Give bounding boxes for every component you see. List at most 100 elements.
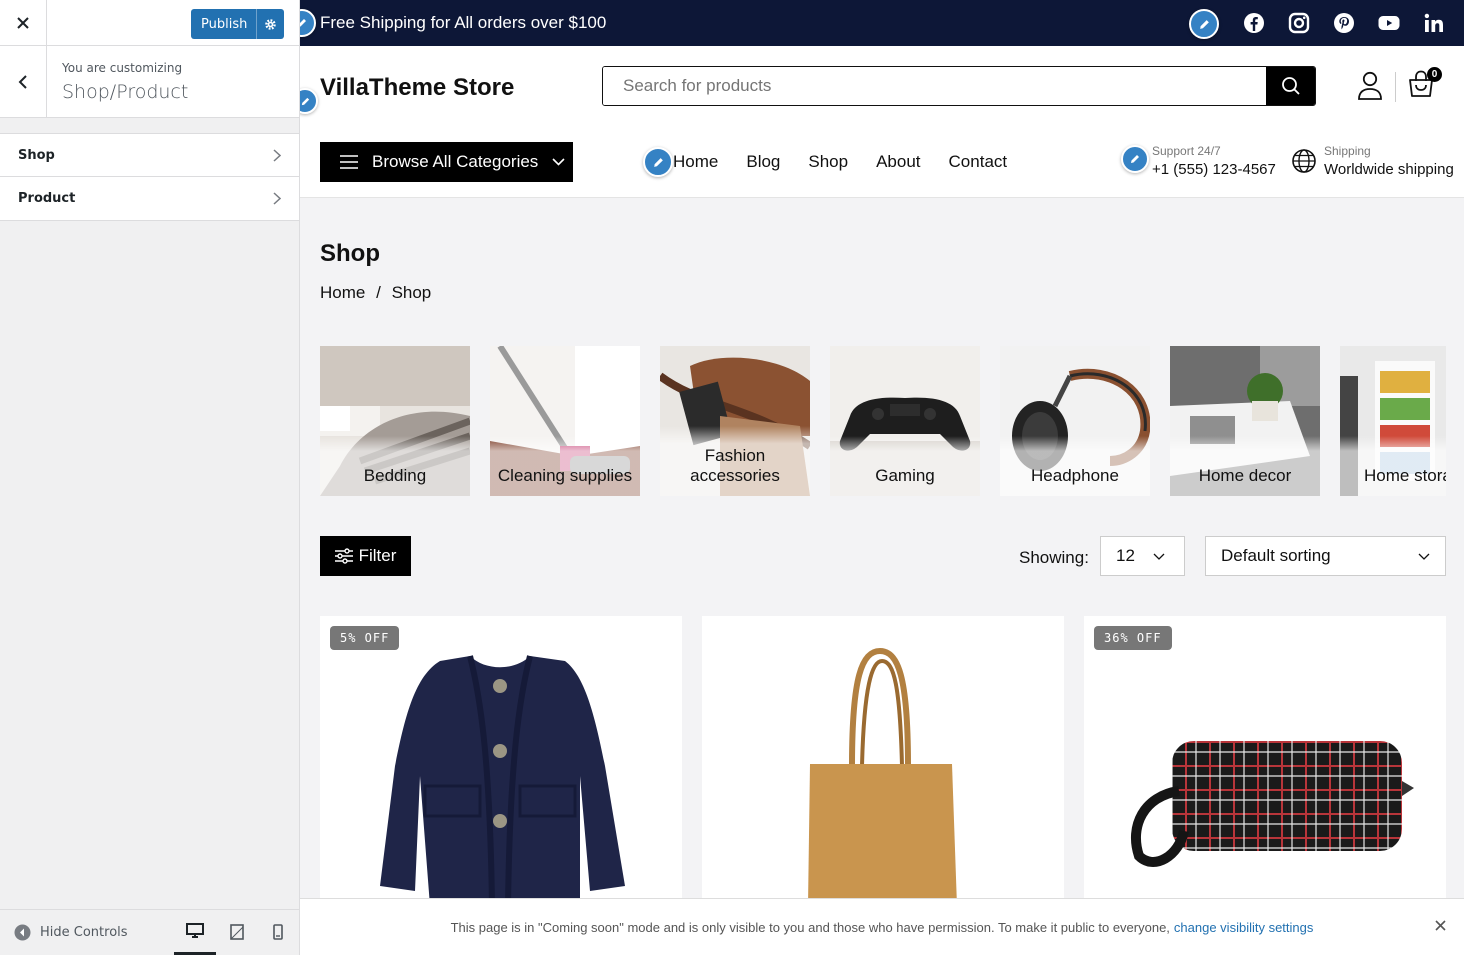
edit-shortcut-support[interactable] [1121,145,1149,173]
search-input[interactable] [603,67,1266,105]
search-button[interactable] [1266,67,1315,105]
change-visibility-link[interactable]: change visibility settings [1174,920,1313,935]
publish-button[interactable]: Publish [191,9,284,39]
account-icon[interactable] [1357,71,1383,101]
filter-button[interactable]: Filter [320,536,411,576]
site-preview: Free Shipping for All orders over $100 V… [300,0,1464,955]
customizing-caption: You are customizing [62,61,183,75]
instagram-icon[interactable] [1287,11,1311,35]
pencil-icon [300,19,306,27]
site-header: VillaTheme Store 0 [300,46,1464,128]
support-phone[interactable]: +1 (555) 123-4567 [1152,161,1276,178]
support-label: Support 24/7 [1152,144,1221,158]
shipping-info: Shipping Worldwide shipping [1324,144,1454,178]
close-customizer-button[interactable] [0,0,47,46]
chevron-down-icon [1153,553,1165,560]
header-divider [1395,72,1396,102]
category-name: Home stora [1364,466,1446,485]
shipping-label: Shipping [1324,144,1371,158]
category-name: Gaming [875,466,935,485]
product-card[interactable] [702,616,1064,906]
chevron-left-icon [18,75,27,89]
sorting-value: Default sorting [1221,546,1331,565]
category-gaming[interactable]: Gaming [830,346,980,496]
preview-mobile-button[interactable] [257,909,299,955]
section-label: Product [18,191,76,206]
pencil-icon [301,97,309,105]
category-cleaning-supplies[interactable]: Cleaning supplies [490,346,640,496]
browse-categories-button[interactable]: Browse All Categories [320,142,573,182]
product-card[interactable]: 36% OFF [1084,616,1446,906]
primary-menu: Home Blog Shop About Contact [673,152,1007,172]
customizer-header: Publish [0,0,299,46]
product-image [1130,741,1414,867]
mobile-icon [273,924,283,940]
search-bar [602,66,1316,106]
search-icon [1281,77,1300,95]
category-fashion-accessories[interactable]: Fashion accessories [660,346,810,496]
facebook-icon[interactable] [1242,11,1266,35]
menu-item-home[interactable]: Home [673,152,718,172]
close-icon[interactable] [1435,920,1446,931]
sorting-select[interactable]: Default sorting [1205,536,1446,576]
chevron-down-icon [552,158,565,166]
menu-item-blog[interactable]: Blog [746,152,780,172]
breadcrumb-current: Shop [391,283,432,302]
pencil-icon [1199,19,1209,29]
edit-shortcut-menu[interactable] [643,147,673,177]
menu-item-contact[interactable]: Contact [949,152,1008,172]
edit-shortcut-logo[interactable] [300,88,318,114]
category-home-storage[interactable]: Home stora [1340,346,1446,496]
menu-item-about[interactable]: About [876,152,920,172]
shipping-value: Worldwide shipping [1324,161,1454,178]
pencil-icon [653,157,663,167]
breadcrumb-separator: / [376,283,381,302]
support-info: Support 24/7 +1 (555) 123-4567 [1152,144,1276,178]
product-card[interactable]: 5% OFF [320,616,682,906]
back-button[interactable] [0,46,47,118]
shop-content: Shop Home / Shop Bedding Cleaning suppli… [300,198,1464,955]
site-logo[interactable]: VillaTheme Store [320,74,514,102]
discount-badge: 36% OFF [1094,626,1172,650]
cart-count-badge: 0 [1427,67,1442,82]
customizing-title: Shop/Product [62,81,189,103]
preview-tablet-button[interactable] [216,909,258,955]
hide-controls-label: Hide Controls [40,925,128,940]
category-bedding[interactable]: Bedding [320,346,470,496]
hide-controls-button[interactable]: Hide Controls [14,924,128,941]
youtube-icon[interactable] [1377,11,1401,35]
close-icon [17,17,29,29]
category-name: Cleaning supplies [497,466,633,485]
preview-desktop-button[interactable] [174,909,216,955]
linkedin-icon[interactable] [1422,11,1446,35]
breadcrumb-home[interactable]: Home [320,283,365,302]
customizer-info: You are customizing Shop/Product [0,46,299,118]
shipping-announcement: Free Shipping for All orders over $100 [320,13,607,32]
product-image [808,647,957,906]
notice-text: This page is in "Coming soon" mode and i… [450,919,1170,935]
category-name: Bedding [363,466,427,485]
hamburger-icon [340,155,358,169]
showing-label: Showing: [1019,548,1089,567]
menu-item-shop[interactable]: Shop [808,152,848,172]
category-home-decor[interactable]: Home decor [1170,346,1320,496]
product-image [380,655,625,906]
section-shop[interactable]: Shop [0,133,299,177]
category-name: Headphone [1031,466,1119,485]
desktop-icon [186,922,204,938]
category-name: Home decor [1198,466,1292,485]
edit-shortcut-topbar[interactable] [300,9,316,37]
per-page-value: 12 [1116,546,1135,565]
customizer-sidebar: Publish You are customizing Shop/Product… [0,0,300,955]
section-product[interactable]: Product [0,177,299,221]
sliders-icon [334,548,353,564]
main-navigation: Browse All Categories Home Blog Shop Abo… [300,128,1464,198]
discount-badge: 5% OFF [330,626,400,650]
chevron-down-icon [1418,553,1430,560]
edit-shortcut-social[interactable] [1189,9,1219,39]
category-headphone[interactable]: Headphone [1000,346,1150,496]
pinterest-icon[interactable] [1332,11,1356,35]
per-page-select[interactable]: 12 [1100,536,1185,576]
section-label: Shop [18,147,55,163]
publish-settings-button[interactable] [256,9,284,39]
